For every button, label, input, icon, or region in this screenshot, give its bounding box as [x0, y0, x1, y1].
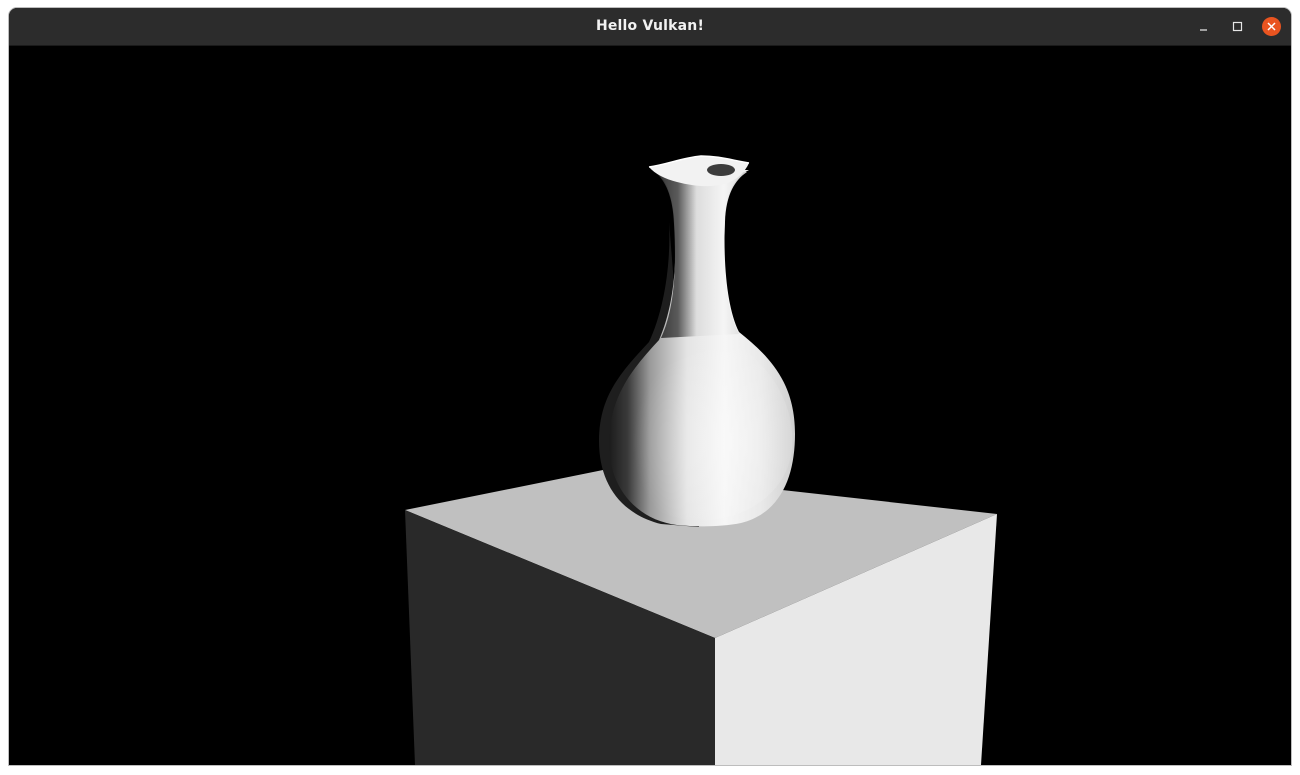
- window-title: Hello Vulkan!: [595, 18, 705, 34]
- render-viewport[interactable]: [9, 46, 1291, 765]
- minimize-icon: [1200, 29, 1207, 31]
- maximize-button[interactable]: [1228, 17, 1247, 36]
- title-bar[interactable]: Hello Vulkan!: [9, 8, 1291, 46]
- close-icon: [1267, 22, 1276, 31]
- maximize-icon: [1232, 21, 1243, 32]
- close-button[interactable]: [1262, 17, 1281, 36]
- vase: [599, 155, 795, 527]
- vase-opening: [707, 164, 735, 176]
- scene-canvas: [405, 155, 997, 765]
- minimize-button[interactable]: [1194, 17, 1213, 36]
- app-window: Hello Vulkan!: [9, 8, 1291, 765]
